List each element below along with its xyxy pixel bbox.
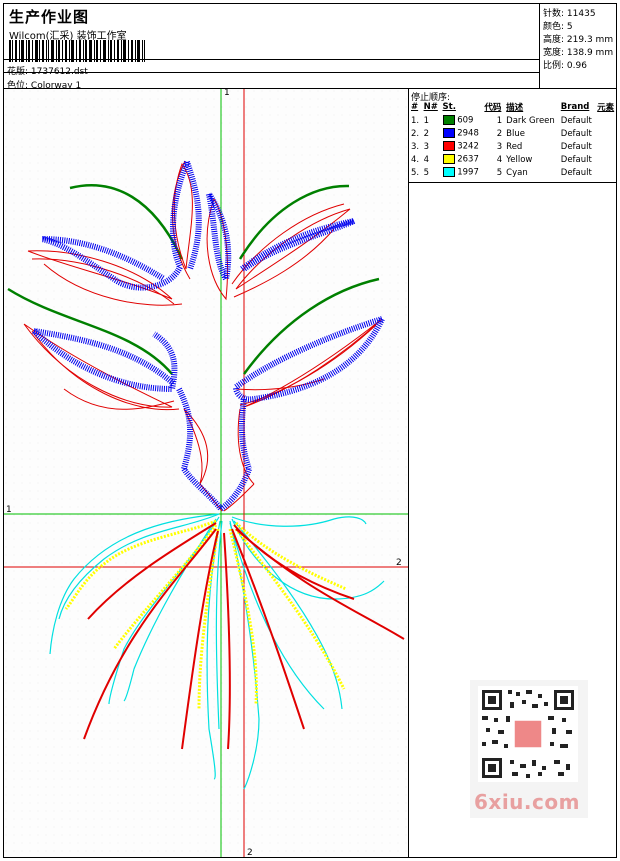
table-row: 4. 4 2637 4 Yellow Default [411, 154, 592, 165]
embroidery-design-view: 1 1 2 2 [4, 89, 408, 857]
table-row: 1. 1 609 1 Dark Green Default [411, 115, 592, 126]
color-swatch-icon [442, 167, 455, 178]
table-header-row: # N# St. 代码 描述 Brand 元素 [409, 100, 617, 114]
col-code: 代码 [484, 103, 502, 113]
color-swatch-icon [442, 141, 455, 152]
watermark-text: 6xiu.com [474, 790, 580, 814]
axis-label-left: 1 [6, 505, 12, 515]
table-bottom-border [408, 182, 617, 183]
stop-sequence-table: # N# St. 代码 描述 Brand 元素 1. 1 609 1 Dark … [409, 100, 617, 179]
col-element: 元素 [597, 103, 615, 113]
color-swatch-icon [442, 115, 455, 126]
axis-label-bottom: 2 [247, 848, 253, 857]
stats-panel: 针数: 11435 颜色: 5 高度: 219.3 mm 宽度: 138.9 m… [540, 4, 617, 88]
design-height: 高度: 219.3 mm [543, 35, 614, 45]
color-swatch-icon [442, 128, 455, 139]
header-divider [4, 72, 540, 73]
design-name-row: 花版: 1737612.dst [7, 64, 88, 77]
table-row: 3. 3 3242 3 Red Default [411, 141, 592, 152]
col-brand: Brand [560, 102, 590, 112]
col-index: # [411, 102, 419, 112]
axis-label-right: 2 [396, 558, 402, 568]
page-title: 生产作业图 [9, 8, 90, 26]
stitch-count: 针数: 11435 [543, 9, 596, 19]
design-scale: 比例: 0.96 [543, 61, 587, 71]
design-background [4, 89, 408, 857]
table-row: 2. 2 2948 2 Blue Default [411, 128, 592, 139]
design-width: 宽度: 138.9 mm [543, 48, 614, 58]
header-divider [4, 59, 540, 60]
col-stitches: St. [442, 102, 456, 112]
table-row: 5. 5 1997 5 Cyan Default [411, 167, 592, 178]
header-panel: 生产作业图 Wilcom(汇采) 装饰工作室 花版: 1737612.dst 色… [4, 4, 540, 91]
color-swatch-icon [442, 154, 455, 165]
col-n: N# [423, 102, 438, 112]
qr-code-icon [478, 686, 578, 782]
color-count: 颜色: 5 [543, 22, 573, 32]
axis-label-top: 1 [224, 89, 230, 98]
logo-seal-icon [513, 719, 543, 749]
panel-divider [408, 88, 409, 858]
col-desc: 描述 [506, 103, 524, 113]
